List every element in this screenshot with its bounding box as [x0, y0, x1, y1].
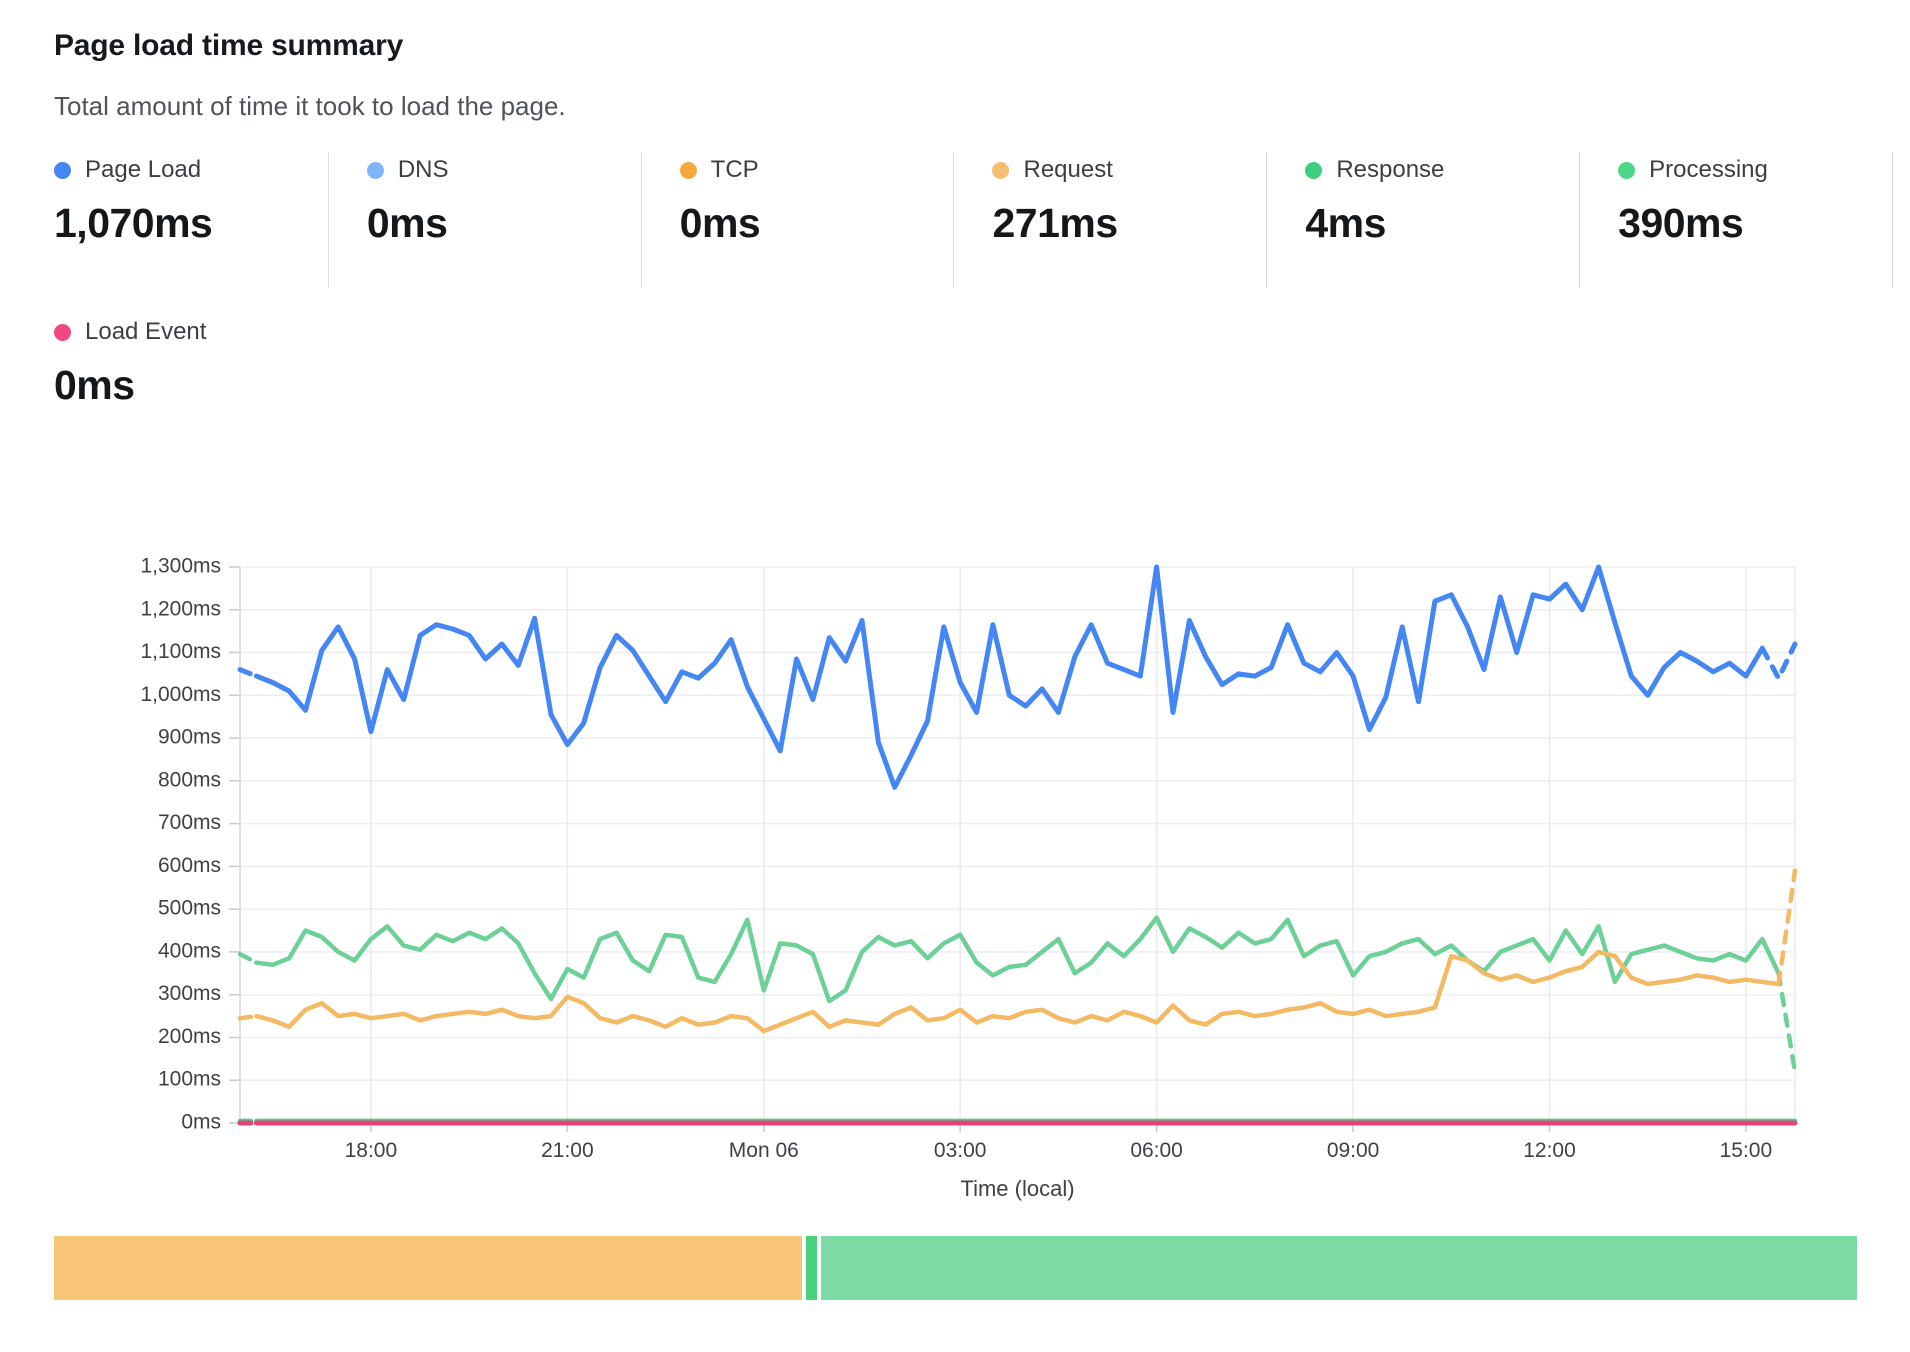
metric-label: Page Load	[85, 156, 201, 184]
dns-legend-dot-icon	[367, 162, 384, 179]
page-load-summary-panel: Page load time summary Total amount of t…	[0, 0, 1910, 1300]
metric-label: TCP	[711, 156, 759, 184]
series-line-request	[240, 1016, 256, 1018]
time-range-selector-bar[interactable]	[54, 1236, 1857, 1300]
x-axis-tick-label: Mon 06	[729, 1139, 799, 1162]
metric-request[interactable]: Request 271ms	[954, 152, 1267, 288]
series-line-request	[1779, 871, 1795, 984]
page-title: Page load time summary	[54, 28, 1910, 64]
page-load-legend-dot-icon	[54, 162, 71, 179]
y-axis-tick-label: 800ms	[158, 768, 221, 791]
metric-label: DNS	[398, 156, 449, 184]
metrics-row: Page Load 1,070ms DNS 0ms TCP 0ms Reques…	[54, 152, 1893, 288]
range-bar-segment-sunday-orange[interactable]	[54, 1236, 802, 1300]
metric-label: Load Event	[85, 318, 206, 346]
x-axis-tick-label: 03:00	[934, 1139, 987, 1162]
y-axis-tick-label: 200ms	[158, 1025, 221, 1048]
metric-value: 0ms	[54, 362, 1910, 409]
y-axis-tick-label: 100ms	[158, 1068, 221, 1091]
x-axis-tick-label: 15:00	[1720, 1139, 1773, 1162]
y-axis-tick-label: 1,100ms	[140, 640, 221, 663]
load-event-legend-dot-icon	[54, 324, 71, 341]
metric-load-event[interactable]: Load Event 0ms	[54, 318, 1910, 409]
x-axis-title: Time (local)	[960, 1176, 1074, 1201]
y-axis-tick-label: 900ms	[158, 726, 221, 749]
chart-grid: 0ms 100ms 200ms 300ms 400ms 500ms 600ms 700ms 80…	[140, 555, 1795, 1201]
metric-value: 0ms	[680, 200, 954, 247]
x-axis-tick-label: 12:00	[1523, 1139, 1576, 1162]
metric-value: 390ms	[1618, 200, 1892, 247]
series-line-processing	[240, 954, 256, 963]
metric-label: Processing	[1649, 156, 1768, 184]
range-bar-segment-monday-green[interactable]	[821, 1236, 1857, 1300]
y-axis-tick-label: 300ms	[158, 982, 221, 1005]
x-axis-tick-label: 09:00	[1327, 1139, 1380, 1162]
series-line-page-load	[1762, 644, 1795, 678]
metric-page-load[interactable]: Page Load 1,070ms	[54, 152, 329, 288]
metric-label: Response	[1336, 156, 1444, 184]
y-axis-tick-label: 700ms	[158, 811, 221, 834]
x-axis-tick-label: 21:00	[541, 1139, 594, 1162]
x-axis-tick-label: 06:00	[1130, 1139, 1183, 1162]
series-line-page-load	[256, 567, 1762, 787]
page-load-time-chart[interactable]: 0ms 100ms 200ms 300ms 400ms 500ms 600ms 700ms 80…	[0, 439, 1910, 1209]
tcp-legend-dot-icon	[680, 162, 697, 179]
y-axis-tick-label: 1,200ms	[140, 597, 221, 620]
y-axis-tick-label: 400ms	[158, 939, 221, 962]
request-legend-dot-icon	[992, 162, 1009, 179]
metric-processing[interactable]: Processing 390ms	[1580, 152, 1893, 288]
metric-label: Request	[1023, 156, 1112, 184]
y-axis-tick-label: 600ms	[158, 854, 221, 877]
metric-value: 271ms	[992, 200, 1266, 247]
y-axis-tick-label: 500ms	[158, 897, 221, 920]
series-line-processing	[1779, 973, 1795, 1071]
metric-value: 4ms	[1305, 200, 1579, 247]
x-axis-tick-label: 18:00	[345, 1139, 398, 1162]
metric-value: 0ms	[367, 200, 641, 247]
range-bar-segment-divider-green-sliver[interactable]	[806, 1236, 817, 1300]
y-axis-tick-label: 1,000ms	[140, 683, 221, 706]
processing-legend-dot-icon	[1618, 162, 1635, 179]
metric-value: 1,070ms	[54, 200, 328, 247]
metric-dns[interactable]: DNS 0ms	[329, 152, 642, 288]
metric-tcp[interactable]: TCP 0ms	[642, 152, 955, 288]
y-axis-tick-label: 0ms	[181, 1111, 221, 1134]
y-axis-tick-label: 1,300ms	[140, 555, 221, 578]
series-line-page-load	[240, 670, 256, 677]
metric-response[interactable]: Response 4ms	[1267, 152, 1580, 288]
response-legend-dot-icon	[1305, 162, 1322, 179]
page-subtitle: Total amount of time it took to load the…	[54, 90, 1910, 122]
